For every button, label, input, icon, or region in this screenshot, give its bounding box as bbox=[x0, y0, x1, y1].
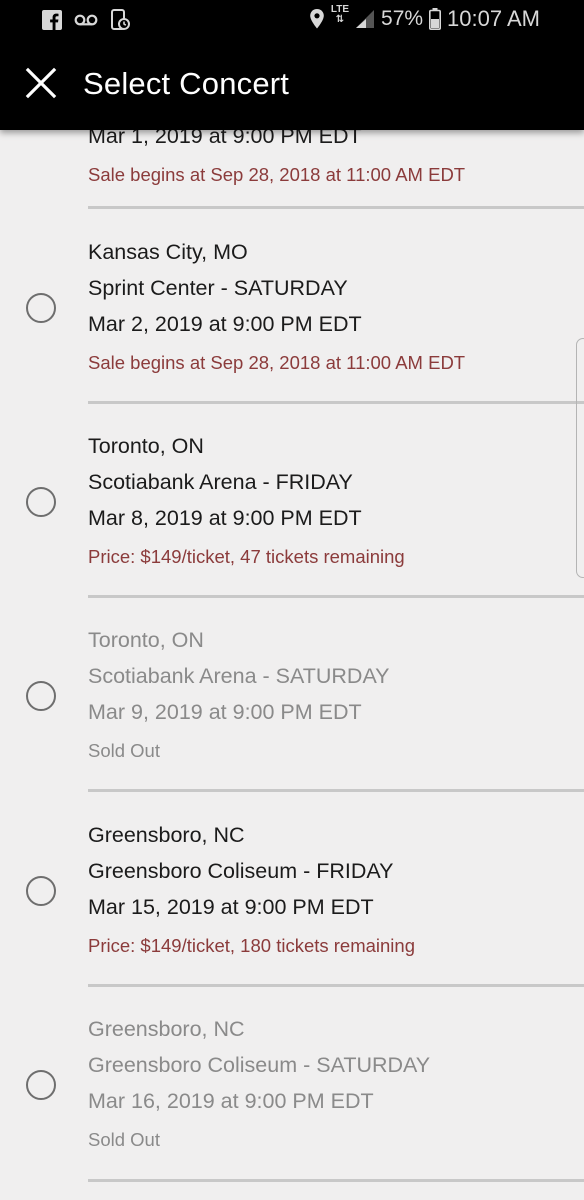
concert-venue: Greensboro Coliseum - SATURDAY bbox=[88, 1053, 431, 1077]
concert-city: Toronto, ON bbox=[88, 628, 204, 652]
notification-icons bbox=[42, 9, 130, 31]
system-icons: LTE ⇅ 57% 10:07 AM bbox=[309, 4, 540, 32]
concert-radio[interactable] bbox=[26, 487, 56, 517]
concert-venue: Greensboro Coliseum - FRIDAY bbox=[88, 859, 394, 883]
concert-venue: Scotiabank Arena - FRIDAY bbox=[88, 470, 353, 494]
concert-item[interactable]: Kansas City, MO Sprint Center - SATURDAY… bbox=[0, 214, 584, 409]
close-icon bbox=[25, 67, 57, 99]
concert-radio[interactable] bbox=[26, 293, 56, 323]
voicemail-icon bbox=[74, 13, 98, 27]
concert-sale-note: Sale begins at Sep 28, 2018 at 11:00 AM … bbox=[88, 352, 466, 373]
concert-date: Mar 8, 2019 at 9:00 PM EDT bbox=[88, 506, 362, 530]
concert-sold-out-note: Sold Out bbox=[88, 740, 160, 761]
concert-date: Mar 15, 2019 at 9:00 PM EDT bbox=[88, 895, 374, 919]
status-bar: LTE ⇅ 57% 10:07 AM bbox=[0, 0, 584, 44]
clock: 10:07 AM bbox=[447, 6, 540, 31]
concert-city: Greensboro, NC bbox=[88, 1017, 245, 1041]
divider bbox=[88, 206, 584, 209]
concert-price-note: Price: $149/ticket, 180 tickets remainin… bbox=[88, 935, 415, 956]
signal-icon bbox=[355, 9, 375, 29]
divider bbox=[88, 789, 584, 792]
facebook-icon bbox=[42, 10, 62, 30]
concert-venue: Sprint Center - SATURDAY bbox=[88, 276, 348, 300]
concert-city: Greensboro, NC bbox=[88, 823, 245, 847]
concert-city: Kansas City, MO bbox=[88, 240, 248, 264]
divider bbox=[88, 401, 584, 404]
concert-venue: Scotiabank Arena - SATURDAY bbox=[88, 664, 390, 688]
app-bar: Select Concert bbox=[0, 44, 584, 130]
concert-sale-note: Sale begins at Sep 28, 2018 at 11:00 AM … bbox=[88, 164, 466, 185]
concert-radio[interactable] bbox=[26, 681, 56, 711]
concert-item[interactable]: Toronto, ON Scotiabank Arena - FRIDAY Ma… bbox=[0, 408, 584, 603]
divider bbox=[88, 1179, 584, 1182]
concert-item-sold-out[interactable]: Greensboro, NC Greensboro Coliseum - SAT… bbox=[0, 991, 584, 1186]
lte-icon: LTE ⇅ bbox=[330, 4, 350, 25]
close-button[interactable] bbox=[18, 60, 64, 106]
concert-date: Mar 16, 2019 at 9:00 PM EDT bbox=[88, 1089, 374, 1113]
concert-item[interactable]: Greensboro, NC Greensboro Coliseum - FRI… bbox=[0, 797, 584, 992]
divider bbox=[88, 595, 584, 598]
concert-city: Toronto, ON bbox=[88, 434, 204, 458]
concert-radio[interactable] bbox=[26, 876, 56, 906]
battery-percent: 57% bbox=[381, 7, 424, 30]
battery-icon bbox=[429, 8, 442, 30]
select-concert-screen: Mar 1, 2019 at 9:00 PM EDT Sale begins a… bbox=[0, 0, 584, 1200]
concert-date: Mar 9, 2019 at 9:00 PM EDT bbox=[88, 700, 362, 724]
screen-record-icon bbox=[110, 9, 130, 31]
concert-radio[interactable] bbox=[26, 1070, 56, 1100]
concert-price-note: Price: $149/ticket, 47 tickets remaining bbox=[88, 546, 405, 567]
network-type-label: LTE bbox=[330, 4, 350, 15]
location-icon bbox=[309, 8, 325, 30]
concert-date: Mar 2, 2019 at 9:00 PM EDT bbox=[88, 312, 362, 336]
concert-sold-out-note: Sold Out bbox=[88, 1129, 160, 1150]
page-title: Select Concert bbox=[83, 66, 290, 101]
edge-panel-handle[interactable] bbox=[576, 338, 584, 578]
concert-item-sold-out[interactable]: Toronto, ON Scotiabank Arena - SATURDAY … bbox=[0, 602, 584, 797]
divider bbox=[88, 984, 584, 987]
